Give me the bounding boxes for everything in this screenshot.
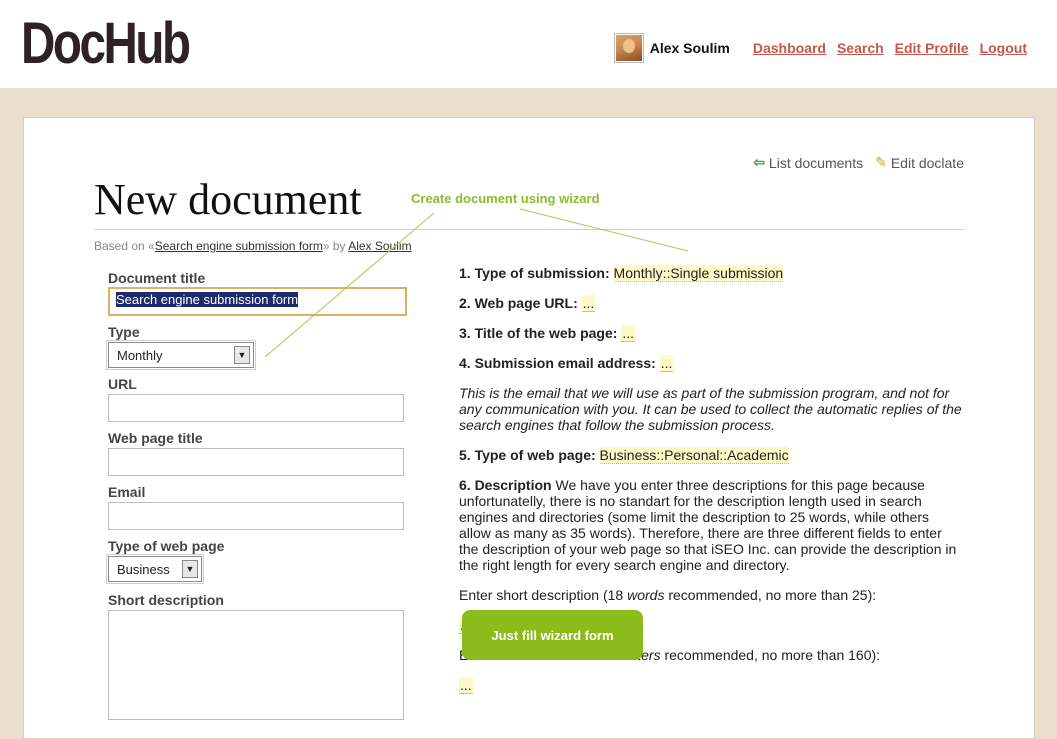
question-2: 2. Web page URL: ... [459, 295, 964, 312]
avatar-image [615, 35, 642, 61]
q2-placeholder[interactable]: ... [581, 295, 596, 312]
list-documents-link[interactable]: ⇦ List documents [753, 154, 863, 171]
search-link[interactable]: Search [837, 40, 884, 56]
web-page-type-select[interactable]: Business ▼ [106, 554, 204, 584]
wizard-callout: Create document using wizard [411, 191, 600, 206]
doc-actions: ⇦ List documents ✎ Edit doclate [741, 154, 964, 171]
by-word: by [332, 239, 346, 253]
q5-label: 5. Type of web page: [459, 447, 596, 463]
url-input[interactable] [108, 394, 404, 422]
web-page-type-value: Business [117, 561, 170, 577]
title-divider [94, 229, 964, 230]
short-description-label: Short description [108, 592, 224, 608]
long-desc-placeholder[interactable]: ... [459, 677, 473, 694]
question-5: 5. Type of web page: Business::Personal:… [459, 447, 964, 464]
q2-label: 2. Web page URL: [459, 295, 578, 311]
doc-title-value: Search engine submission form [116, 292, 299, 307]
q6-label: 6. Description [459, 477, 552, 493]
question-4: 4. Submission email address: ... [459, 355, 964, 372]
web-page-title-label: Web page title [108, 430, 203, 446]
long-desc-field: ... [459, 677, 964, 694]
dashboard-link[interactable]: Dashboard [753, 40, 826, 56]
type-select-value: Monthly [117, 347, 163, 363]
q3-label: 3. Title of the web page: [459, 325, 618, 341]
author-link[interactable]: Alex Soulim [348, 239, 411, 253]
user-nav: Alex Soulim Dashboard Search Edit Profil… [613, 33, 1027, 63]
q1-value[interactable]: Monthly::Single submission [613, 265, 784, 282]
list-documents-label: List documents [768, 154, 864, 171]
q1-label: 1. Type of submission: [459, 265, 610, 281]
web-page-type-label: Type of web page [108, 538, 225, 554]
based-on-line: Based on «Search engine submission form»… [94, 239, 412, 253]
back-arrow-icon: ⇦ [753, 154, 765, 170]
doc-title-input[interactable]: Search engine submission form [108, 287, 407, 316]
q4-label: 4. Submission email address: [459, 355, 656, 371]
dochub-logo[interactable]: DocHub [21, 12, 191, 76]
q3-placeholder[interactable]: ... [621, 325, 635, 342]
template-link[interactable]: Search engine submission form [155, 239, 323, 253]
long-suffix: recommended, no more than 160): [664, 647, 881, 663]
type-label: Type [108, 324, 140, 340]
based-on-prefix: Based on [94, 239, 145, 253]
doc-title-label: Document title [108, 270, 206, 286]
logout-link[interactable]: Logout [980, 40, 1027, 56]
email-note: This is the email that we will use as pa… [459, 385, 962, 433]
pencil-icon: ✎ [875, 154, 887, 170]
short-desc-prompt: Enter short description (18 words recomm… [459, 587, 964, 603]
short-prefix: Enter short description (18 [459, 587, 624, 603]
edit-doclate-link[interactable]: ✎ Edit doclate [875, 154, 964, 171]
site-header: DocHub Alex Soulim Dashboard Search Edit… [0, 0, 1057, 88]
email-input[interactable] [108, 502, 404, 530]
short-em: words [627, 587, 665, 603]
chevron-down-icon[interactable]: ▼ [182, 560, 198, 578]
q4-placeholder[interactable]: ... [659, 355, 674, 372]
username: Alex Soulim [649, 40, 730, 56]
question-6: 6. Description We have you enter three d… [459, 477, 964, 573]
edit-doclate-label: Edit doclate [890, 154, 964, 171]
wizard-form: Document title Search engine submission … [106, 270, 408, 720]
url-label: URL [108, 376, 137, 392]
chevron-down-icon[interactable]: ▼ [234, 346, 250, 364]
short-description-textarea[interactable] [108, 610, 404, 720]
page-title: New document [94, 175, 362, 224]
type-select[interactable]: Monthly ▼ [106, 340, 256, 370]
q5-value[interactable]: Business::Personal::Academic [599, 447, 789, 464]
fill-wizard-button[interactable]: Just fill wizard form [462, 610, 643, 660]
short-suffix: recommended, no more than 25): [668, 587, 877, 603]
question-3: 3. Title of the web page: ... [459, 325, 964, 342]
web-page-title-input[interactable] [108, 448, 404, 476]
email-label: Email [108, 484, 146, 500]
question-1: 1. Type of submission: Monthly::Single s… [459, 265, 964, 282]
avatar[interactable] [613, 33, 644, 63]
edit-profile-link[interactable]: Edit Profile [895, 40, 969, 56]
